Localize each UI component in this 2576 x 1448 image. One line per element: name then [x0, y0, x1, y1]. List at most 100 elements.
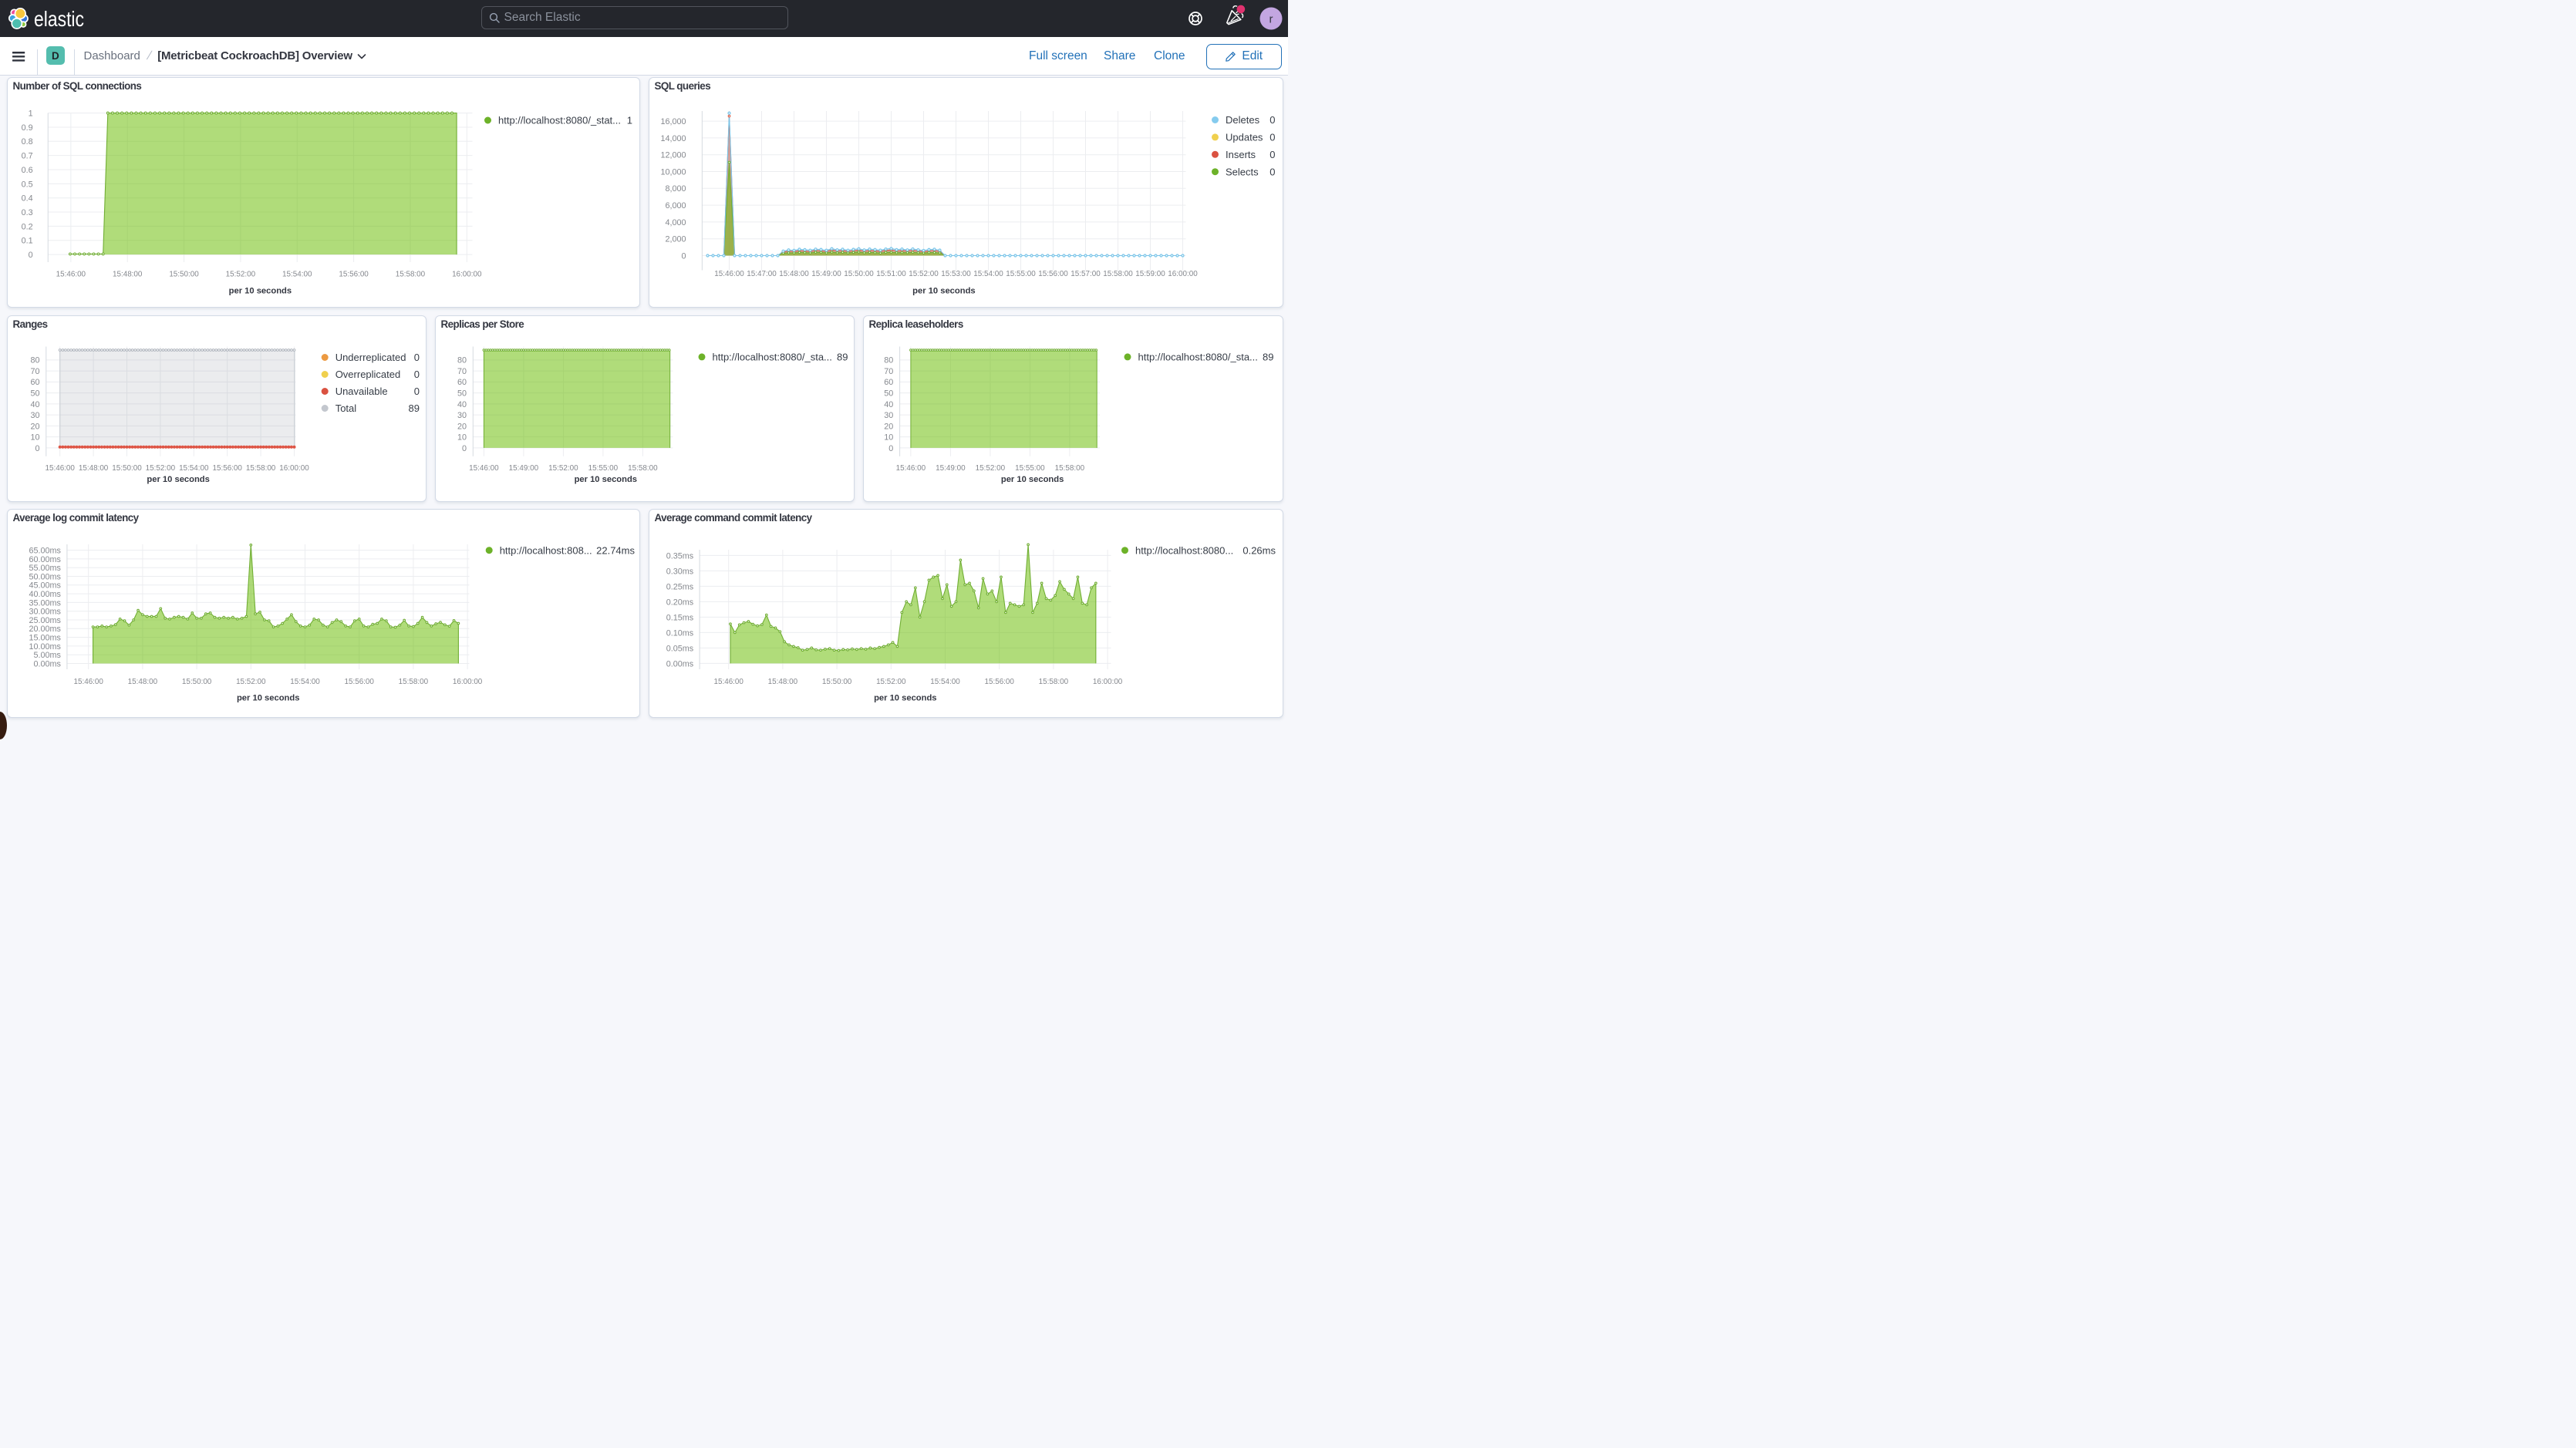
- svg-text:0.00ms: 0.00ms: [666, 659, 693, 668]
- svg-text:15:46:00: 15:46:00: [73, 678, 103, 686]
- svg-text:15:55:00: 15:55:00: [588, 464, 619, 473]
- svg-text:0.35ms: 0.35ms: [666, 551, 693, 561]
- svg-text:89: 89: [1263, 351, 1273, 362]
- svg-text:25.00ms: 25.00ms: [29, 616, 61, 625]
- svg-text:15:46:00: 15:46:00: [896, 464, 926, 473]
- svg-text:15:49:00: 15:49:00: [936, 464, 966, 473]
- svg-text:0.15ms: 0.15ms: [666, 613, 693, 622]
- svg-text:30: 30: [30, 411, 39, 420]
- svg-text:http://localhost:808...: http://localhost:808...: [499, 544, 592, 556]
- svg-text:15:52:00: 15:52:00: [225, 270, 255, 278]
- svg-text:15:56:00: 15:56:00: [212, 464, 242, 473]
- svg-text:per 10 seconds: per 10 seconds: [912, 286, 975, 295]
- svg-text:70: 70: [457, 366, 467, 375]
- svg-text:15:51:00: 15:51:00: [876, 270, 906, 278]
- svg-text:15:54:00: 15:54:00: [973, 270, 1003, 278]
- svg-text:10.00ms: 10.00ms: [29, 642, 61, 652]
- svg-text:per 10 seconds: per 10 seconds: [228, 286, 291, 295]
- svg-text:0.5: 0.5: [21, 180, 32, 189]
- svg-text:40: 40: [30, 399, 39, 409]
- svg-text:10: 10: [884, 433, 893, 442]
- svg-text:0.3: 0.3: [21, 207, 32, 217]
- svg-text:6,000: 6,000: [665, 201, 686, 210]
- svg-text:0.10ms: 0.10ms: [666, 628, 693, 638]
- svg-text:15:56:00: 15:56:00: [984, 678, 1014, 686]
- svg-text:15:50:00: 15:50:00: [821, 678, 851, 686]
- svg-text:1: 1: [28, 109, 32, 118]
- svg-text:0.30ms: 0.30ms: [666, 567, 693, 576]
- svg-text:Deletes: Deletes: [1226, 114, 1260, 126]
- svg-text:0.00ms: 0.00ms: [33, 659, 61, 668]
- svg-text:Inserts: Inserts: [1226, 148, 1256, 160]
- svg-text:55.00ms: 55.00ms: [29, 564, 61, 573]
- svg-text:15:58:00: 15:58:00: [1055, 464, 1085, 473]
- svg-text:15:52:00: 15:52:00: [909, 270, 939, 278]
- svg-text:Replicas per Store: Replicas per Store: [441, 318, 524, 329]
- svg-text:15:52:00: 15:52:00: [548, 464, 578, 473]
- svg-text:15:50:00: 15:50:00: [169, 270, 199, 278]
- svg-text:15:52:00: 15:52:00: [145, 464, 175, 473]
- svg-text:14,000: 14,000: [660, 133, 686, 143]
- svg-text:50: 50: [457, 389, 467, 398]
- svg-text:Updates: Updates: [1226, 131, 1263, 143]
- svg-text:80: 80: [457, 355, 467, 365]
- svg-text:15:54:00: 15:54:00: [179, 464, 209, 473]
- svg-text:15:52:00: 15:52:00: [976, 464, 1006, 473]
- svg-text:10,000: 10,000: [660, 167, 686, 177]
- svg-text:15:58:00: 15:58:00: [1038, 678, 1068, 686]
- svg-text:40.00ms: 40.00ms: [29, 590, 61, 599]
- svg-text:15:55:00: 15:55:00: [1006, 270, 1036, 278]
- svg-text:15:55:00: 15:55:00: [1015, 464, 1045, 473]
- svg-text:70: 70: [884, 366, 893, 375]
- svg-text:20: 20: [30, 422, 39, 431]
- svg-text:r: r: [1269, 13, 1273, 26]
- svg-text:per 10 seconds: per 10 seconds: [236, 693, 298, 702]
- svg-text:15:48:00: 15:48:00: [779, 270, 809, 278]
- svg-text:0: 0: [1269, 166, 1275, 177]
- svg-text:16:00:00: 16:00:00: [452, 270, 482, 278]
- svg-text:20: 20: [457, 422, 467, 431]
- svg-text:10: 10: [457, 433, 467, 442]
- svg-text:65.00ms: 65.00ms: [29, 547, 61, 556]
- svg-text:15:48:00: 15:48:00: [767, 678, 797, 686]
- svg-text:15:58:00: 15:58:00: [628, 464, 658, 473]
- svg-text:5.00ms: 5.00ms: [33, 651, 61, 660]
- svg-text:20: 20: [884, 422, 893, 431]
- svg-text:0.2: 0.2: [21, 222, 32, 231]
- svg-text:Replica leaseholders: Replica leaseholders: [869, 318, 963, 329]
- svg-text:0.05ms: 0.05ms: [666, 644, 693, 653]
- svg-text:80: 80: [884, 355, 893, 365]
- svg-text:15.00ms: 15.00ms: [29, 634, 61, 643]
- svg-text:60: 60: [457, 378, 467, 387]
- svg-text:0: 0: [1269, 148, 1275, 160]
- svg-text:40: 40: [884, 399, 893, 409]
- svg-text:0: 0: [28, 251, 32, 260]
- svg-text:30: 30: [884, 411, 893, 420]
- svg-text:0: 0: [1269, 114, 1275, 126]
- svg-text:45.00ms: 45.00ms: [29, 581, 61, 591]
- svg-text:Ranges: Ranges: [12, 318, 47, 329]
- svg-text:12,000: 12,000: [660, 150, 686, 160]
- svg-text:15:48:00: 15:48:00: [127, 678, 157, 686]
- svg-text:30.00ms: 30.00ms: [29, 608, 61, 617]
- svg-text:15:56:00: 15:56:00: [339, 270, 369, 278]
- svg-text:Unavailable: Unavailable: [335, 386, 387, 397]
- svg-text:20.00ms: 20.00ms: [29, 625, 61, 634]
- svg-text:30: 30: [457, 411, 467, 420]
- svg-text:70: 70: [30, 366, 39, 375]
- svg-text:16:00:00: 16:00:00: [452, 678, 482, 686]
- svg-text:35.00ms: 35.00ms: [29, 598, 61, 608]
- svg-text:0.6: 0.6: [21, 165, 32, 174]
- svg-text:89: 89: [837, 351, 848, 362]
- svg-text:50: 50: [30, 389, 39, 398]
- svg-text:Total: Total: [335, 402, 356, 414]
- svg-text:0.4: 0.4: [21, 194, 32, 203]
- svg-text:0.20ms: 0.20ms: [666, 598, 693, 607]
- svg-text:0.9: 0.9: [21, 123, 32, 132]
- svg-text:15:54:00: 15:54:00: [282, 270, 312, 278]
- svg-text:0: 0: [35, 443, 39, 453]
- svg-text:Underreplicated: Underreplicated: [335, 352, 406, 363]
- svg-text:Number of SQL connections: Number of SQL connections: [12, 79, 141, 91]
- svg-text:http://localhost:8080/_sta...: http://localhost:8080/_sta...: [1138, 351, 1258, 362]
- svg-text:16,000: 16,000: [660, 117, 686, 126]
